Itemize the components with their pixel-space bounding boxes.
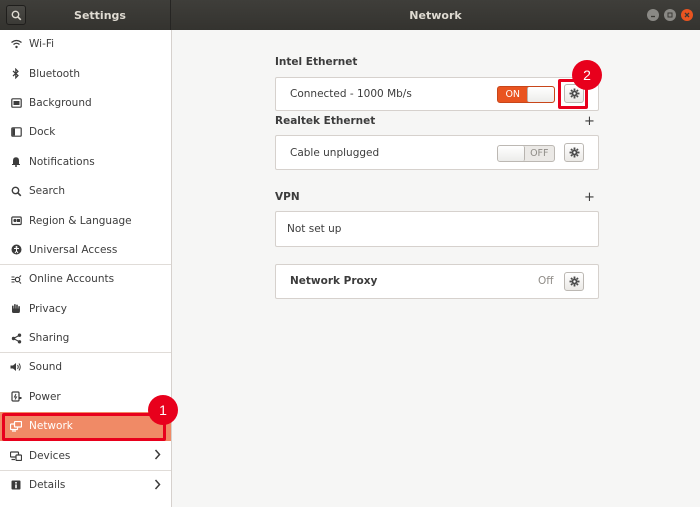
toggle-knob xyxy=(498,146,525,161)
minimize-button[interactable] xyxy=(647,9,659,21)
sidebar-header: Settings xyxy=(0,0,171,30)
sidebar-item-label: Background xyxy=(29,96,92,109)
devices-icon xyxy=(10,450,22,462)
sidebar-item-label: Details xyxy=(29,479,66,492)
intel-ethernet-status: Connected - 1000 Mb/s xyxy=(290,88,412,100)
sidebar-item-wifi[interactable]: Wi-Fi xyxy=(0,30,171,59)
sidebar-item-details[interactable]: Details xyxy=(0,471,171,500)
callout-badge-1: 1 xyxy=(148,395,178,425)
realtek-ethernet-settings-button[interactable] xyxy=(564,143,584,162)
close-button[interactable] xyxy=(681,9,693,21)
sidebar-item-label: Notifications xyxy=(29,155,95,168)
network-proxy-value: Off xyxy=(538,275,554,287)
sidebar-item-label: Search xyxy=(29,185,66,198)
add-realtek-button[interactable]: + xyxy=(584,115,595,128)
sidebar-item-label: Wi-Fi xyxy=(29,38,55,51)
callout-number: 2 xyxy=(583,67,591,83)
toggle-knob xyxy=(527,87,554,102)
sidebar-item-label: Privacy xyxy=(29,302,68,315)
sidebar-item-online-accounts[interactable]: Online Accounts xyxy=(0,265,171,294)
network-proxy-settings-button[interactable] xyxy=(564,272,584,291)
vpn-title: VPN xyxy=(275,191,300,203)
sidebar: Wi-Fi Bluetooth Background Dock Notifica… xyxy=(0,30,172,507)
sidebar-item-label: Region & Language xyxy=(29,214,132,227)
sidebar-item-label: Bluetooth xyxy=(29,67,80,80)
sidebar-item-background[interactable]: Background xyxy=(0,89,171,118)
sidebar-item-region-language[interactable]: Region & Language xyxy=(0,206,171,235)
background-icon xyxy=(10,97,22,109)
details-icon xyxy=(10,479,22,491)
callout-badge-2: 2 xyxy=(572,60,602,90)
sidebar-item-label: Sharing xyxy=(29,332,70,345)
chevron-right-icon xyxy=(154,479,161,490)
maximize-button[interactable] xyxy=(664,9,676,21)
realtek-ethernet-card: Cable unplugged OFF xyxy=(275,135,599,170)
online-accounts-icon xyxy=(10,273,22,285)
chevron-right-icon xyxy=(154,449,161,460)
bluetooth-icon xyxy=(10,68,22,80)
sidebar-item-notifications[interactable]: Notifications xyxy=(0,148,171,177)
add-vpn-button[interactable]: + xyxy=(584,191,595,204)
dock-icon xyxy=(10,126,22,138)
search-icon xyxy=(10,185,22,197)
accessibility-icon xyxy=(10,244,22,256)
share-icon xyxy=(10,332,22,344)
sidebar-item-power[interactable]: Power xyxy=(0,383,171,412)
bell-icon xyxy=(10,156,22,168)
close-icon xyxy=(684,12,690,18)
sidebar-item-privacy[interactable]: Privacy xyxy=(0,295,171,324)
vpn-card: Not set up xyxy=(275,211,599,247)
header-bar: Settings Network xyxy=(0,0,700,30)
realtek-ethernet-status: Cable unplugged xyxy=(290,147,380,159)
sidebar-item-search[interactable]: Search xyxy=(0,177,171,206)
sidebar-item-label: Power xyxy=(29,390,61,403)
speaker-icon xyxy=(10,361,22,373)
gear-icon xyxy=(569,276,579,287)
network-panel: Intel Ethernet Connected - 1000 Mb/s ON … xyxy=(172,30,700,507)
settings-title: Settings xyxy=(74,8,126,22)
gear-icon xyxy=(569,147,579,158)
callout-number: 1 xyxy=(159,402,167,418)
sidebar-item-bluetooth[interactable]: Bluetooth xyxy=(0,59,171,88)
intel-ethernet-title: Intel Ethernet xyxy=(275,56,358,68)
sidebar-item-network[interactable]: Network xyxy=(0,412,171,442)
minimize-icon xyxy=(651,15,655,18)
gear-icon xyxy=(569,88,579,99)
sidebar-item-sharing[interactable]: Sharing xyxy=(0,324,171,354)
sidebar-item-universal-access[interactable]: Universal Access xyxy=(0,236,171,266)
intel-ethernet-toggle[interactable]: ON xyxy=(497,86,555,103)
sidebar-item-dock[interactable]: Dock xyxy=(0,118,171,147)
power-icon xyxy=(10,391,22,403)
sidebar-item-label: Devices xyxy=(29,449,71,462)
toggle-label: ON xyxy=(505,89,521,100)
wifi-icon xyxy=(10,38,22,50)
realtek-ethernet-toggle[interactable]: OFF xyxy=(497,145,555,162)
panel-header: Network xyxy=(171,0,700,30)
sidebar-item-label: Network xyxy=(29,420,73,433)
sidebar-item-sound[interactable]: Sound xyxy=(0,353,171,382)
toggle-label: OFF xyxy=(530,148,549,159)
network-icon xyxy=(10,420,22,432)
sidebar-item-label: Sound xyxy=(29,361,63,374)
window-controls xyxy=(647,9,693,21)
sidebar-item-devices[interactable]: Devices xyxy=(0,441,171,471)
vpn-status: Not set up xyxy=(287,223,342,235)
intel-ethernet-card: Connected - 1000 Mb/s ON xyxy=(275,77,599,111)
hand-icon xyxy=(10,303,22,315)
realtek-ethernet-title: Realtek Ethernet xyxy=(275,115,376,127)
network-proxy-label: Network Proxy xyxy=(290,275,378,287)
region-icon xyxy=(10,215,22,227)
panel-title: Network xyxy=(409,8,462,22)
maximize-icon xyxy=(667,12,673,18)
network-proxy-card[interactable]: Network Proxy Off xyxy=(275,264,599,299)
sidebar-item-label: Online Accounts xyxy=(29,273,115,286)
sidebar-item-label: Universal Access xyxy=(29,243,118,256)
sidebar-item-label: Dock xyxy=(29,126,56,139)
